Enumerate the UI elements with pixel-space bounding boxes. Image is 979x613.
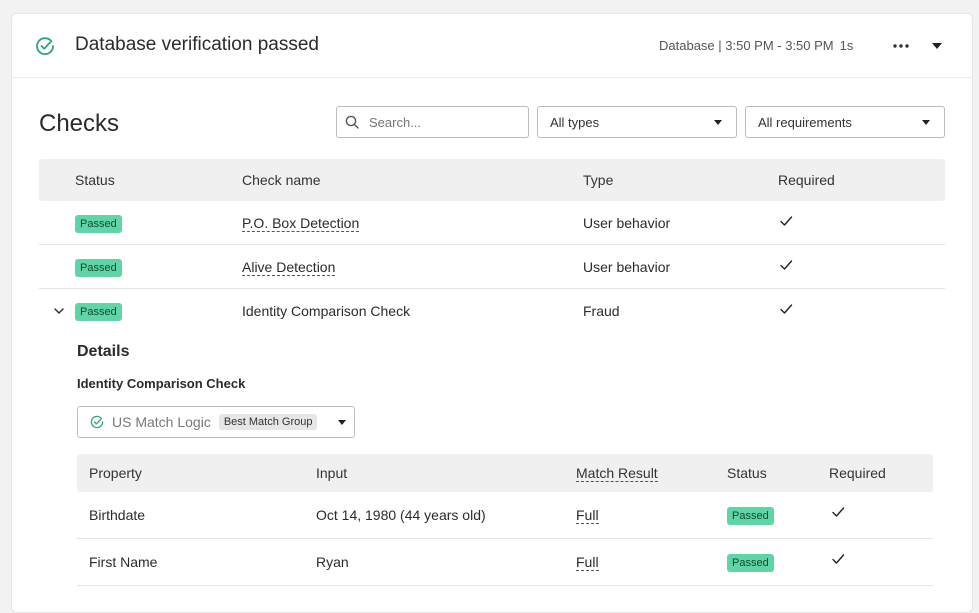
status-badge: Passed bbox=[727, 507, 774, 526]
column-type[interactable]: Type bbox=[583, 159, 613, 201]
table-row[interactable]: Passed P.O. Box Detection User behavior bbox=[39, 201, 945, 245]
column-match-result[interactable]: Match Result bbox=[576, 465, 658, 482]
details-table-header: Property Input Match Result Status Requi… bbox=[77, 454, 933, 492]
chevron-down-icon[interactable] bbox=[53, 306, 65, 316]
property-input: Ryan bbox=[316, 554, 349, 570]
property-name: Birthdate bbox=[89, 507, 146, 523]
search-icon bbox=[345, 115, 359, 129]
verification-source-time: Database | 3:50 PM - 3:50 PM bbox=[659, 38, 834, 53]
match-logic-label: US Match Logic bbox=[112, 414, 211, 430]
check-icon bbox=[780, 216, 793, 226]
details-subheading: Identity Comparison Check bbox=[77, 376, 246, 391]
requirement-filter-value: All requirements bbox=[758, 114, 852, 130]
match-result-link[interactable]: Full bbox=[576, 554, 599, 571]
status-badge: Passed bbox=[75, 303, 122, 322]
check-type: Fraud bbox=[583, 303, 620, 319]
type-filter-select[interactable]: All types bbox=[537, 106, 737, 138]
caret-down-icon[interactable] bbox=[930, 39, 944, 53]
check-type: User behavior bbox=[583, 259, 671, 275]
circle-check-icon bbox=[90, 415, 104, 429]
match-logic-tag: Best Match Group bbox=[218, 414, 318, 430]
property-name: First Name bbox=[89, 554, 158, 570]
column-status: Status bbox=[727, 465, 767, 481]
status-badge: Passed bbox=[75, 215, 122, 234]
chevron-down-icon bbox=[338, 420, 346, 425]
checks-table-header: Status Check name Type Required bbox=[39, 159, 945, 201]
check-icon bbox=[832, 507, 845, 517]
check-name-link[interactable]: P.O. Box Detection bbox=[242, 215, 360, 232]
column-input: Input bbox=[316, 465, 348, 481]
requirement-filter-select[interactable]: All requirements bbox=[745, 106, 945, 138]
checks-heading: Checks bbox=[39, 110, 120, 137]
search-box[interactable] bbox=[336, 106, 529, 138]
verification-card: Database verification passed Database | … bbox=[11, 13, 973, 613]
check-icon bbox=[832, 554, 845, 564]
chevron-down-icon bbox=[714, 120, 722, 125]
column-required[interactable]: Required bbox=[778, 159, 835, 201]
status-badge: Passed bbox=[727, 554, 774, 573]
match-result-link[interactable]: Full bbox=[576, 507, 599, 524]
check-name: Identity Comparison Check bbox=[242, 303, 411, 319]
verification-header[interactable]: Database verification passed Database | … bbox=[12, 14, 972, 78]
more-options-button[interactable] bbox=[891, 36, 911, 56]
circle-check-icon bbox=[36, 37, 54, 56]
search-input[interactable] bbox=[367, 113, 517, 131]
table-row: Birthdate Oct 14, 1980 (44 years old) Fu… bbox=[77, 492, 933, 539]
table-row-expanded[interactable]: Passed Identity Comparison Check Fraud bbox=[39, 289, 945, 333]
column-property: Property bbox=[89, 465, 142, 481]
check-type: User behavior bbox=[583, 215, 671, 231]
status-badge: Passed bbox=[75, 259, 122, 278]
table-row: First Name Ryan Full Passed bbox=[77, 539, 933, 586]
verification-duration: 1s bbox=[839, 38, 854, 53]
chevron-down-icon bbox=[922, 120, 930, 125]
details-heading: Details bbox=[77, 343, 130, 360]
table-row[interactable]: Passed Alive Detection User behavior bbox=[39, 245, 945, 289]
column-required: Required bbox=[829, 465, 886, 481]
column-check-name[interactable]: Check name bbox=[242, 159, 321, 201]
check-name-link[interactable]: Alive Detection bbox=[242, 259, 336, 276]
property-input: Oct 14, 1980 (44 years old) bbox=[316, 507, 486, 523]
more-dots-icon bbox=[893, 44, 909, 48]
check-icon bbox=[780, 260, 793, 270]
verification-meta: Database | 3:50 PM - 3:50 PM 1s bbox=[659, 38, 853, 53]
column-status[interactable]: Status bbox=[75, 159, 115, 201]
verification-title: Database verification passed bbox=[75, 34, 319, 55]
type-filter-value: All types bbox=[550, 114, 600, 130]
match-logic-select[interactable]: US Match Logic Best Match Group bbox=[77, 406, 355, 438]
check-icon bbox=[780, 304, 793, 314]
